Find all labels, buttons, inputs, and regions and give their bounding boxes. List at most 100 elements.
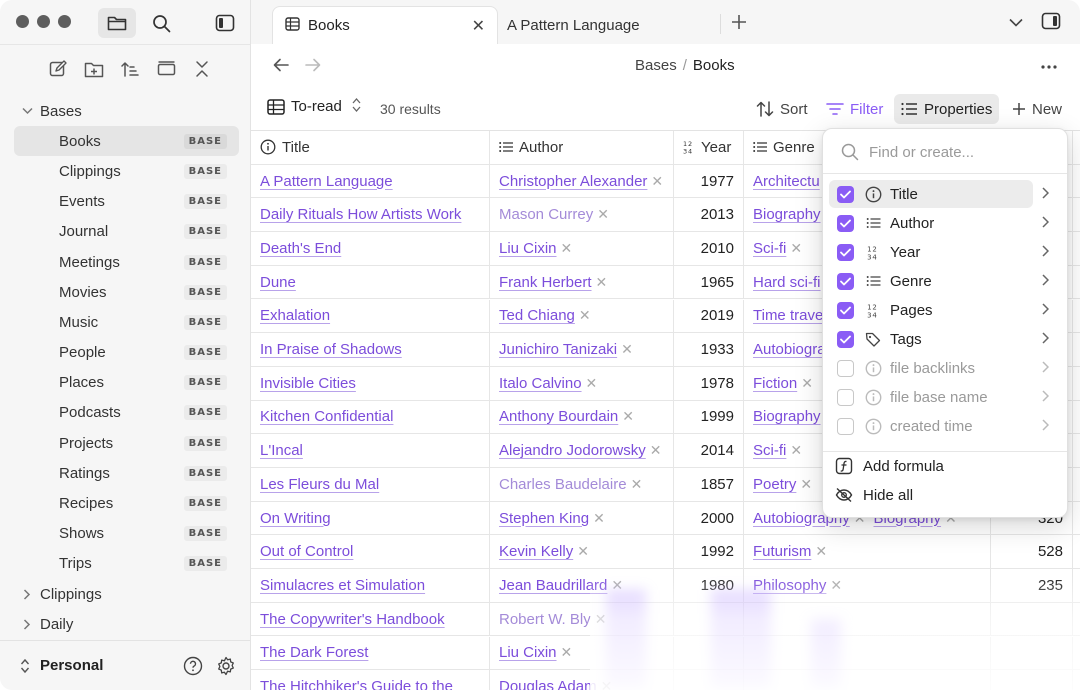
property-item-created-time[interactable]: created time <box>829 412 1050 440</box>
help-button[interactable] <box>183 656 203 680</box>
chevron-right-icon[interactable] <box>1042 302 1050 318</box>
genre-link[interactable]: Philosophy <box>753 577 826 594</box>
sort-button[interactable]: Sort <box>749 94 815 124</box>
tab-a-pattern-language[interactable]: A Pattern Language <box>507 6 719 44</box>
sidebar-item-books[interactable]: Books BASE <box>14 126 239 157</box>
remove-value-icon[interactable]: ✕ <box>561 240 573 257</box>
sidebar-item-trips[interactable]: Trips BASE <box>14 549 239 579</box>
genre-link[interactable]: Autobiogra <box>753 341 826 358</box>
chevron-right-icon[interactable] <box>1042 273 1050 289</box>
view-selector[interactable]: To-read <box>267 98 361 115</box>
breadcrumb-parent[interactable]: Bases <box>635 57 677 74</box>
remove-value-icon[interactable]: ✕ <box>790 240 802 257</box>
remove-value-icon[interactable]: ✕ <box>622 408 634 425</box>
new-note-button[interactable] <box>40 56 76 82</box>
property-checkbox[interactable] <box>837 330 854 348</box>
property-item-year[interactable]: 1 2 3 4 Year <box>829 238 1050 266</box>
remove-value-icon[interactable]: ✕ <box>593 510 605 527</box>
title-link[interactable]: The Copywriter's Handbook <box>260 611 445 628</box>
remove-value-icon[interactable]: ✕ <box>790 442 802 459</box>
chevron-right-icon[interactable] <box>1042 215 1050 231</box>
property-item-title[interactable]: Title <box>829 180 1050 208</box>
genre-link[interactable]: Hard sci-fi <box>753 274 821 291</box>
sidebar-item-ratings[interactable]: Ratings BASE <box>14 458 239 488</box>
property-item-file-backlinks[interactable]: file backlinks <box>829 354 1050 382</box>
back-button[interactable] <box>273 56 289 77</box>
genre-link[interactable]: Futurism <box>753 543 811 560</box>
title-link[interactable]: Invisible Cities <box>260 375 356 392</box>
title-link[interactable]: Kitchen Confidential <box>260 408 393 425</box>
remove-value-icon[interactable]: ✕ <box>801 375 813 392</box>
author-link[interactable]: Italo Calvino <box>499 375 582 392</box>
remove-value-icon[interactable]: ✕ <box>815 543 827 560</box>
property-item-tags[interactable]: Tags <box>829 325 1050 353</box>
title-link[interactable]: Out of Control <box>260 543 353 560</box>
close-window-button[interactable] <box>16 15 29 28</box>
more-options-button[interactable] <box>1041 53 1057 74</box>
settings-button[interactable] <box>216 656 236 680</box>
sidebar-item-clippings[interactable]: Clippings BASE <box>14 156 239 186</box>
chevron-right-icon[interactable] <box>1042 331 1050 347</box>
property-checkbox[interactable] <box>837 243 854 261</box>
author-link[interactable]: Mason Currey <box>499 206 593 223</box>
property-checkbox[interactable] <box>837 359 854 377</box>
sidebar-item-projects[interactable]: Projects BASE <box>14 428 239 458</box>
close-icon[interactable]: ✕ <box>472 16 485 36</box>
genre-link[interactable]: Poetry <box>753 476 796 493</box>
zoom-window-button[interactable] <box>58 15 71 28</box>
column-header-year[interactable]: 1234 Year <box>674 131 744 164</box>
sidebar-item-movies[interactable]: Movies BASE <box>14 277 239 307</box>
column-header-author[interactable]: Author <box>490 131 674 164</box>
remove-value-icon[interactable]: ✕ <box>595 611 607 628</box>
author-link[interactable]: Liu Cixin <box>499 240 557 257</box>
remove-value-icon[interactable]: ✕ <box>597 206 609 223</box>
property-checkbox[interactable] <box>837 185 854 203</box>
genre-link[interactable]: Fiction <box>753 375 797 392</box>
genre-link[interactable]: Time travel <box>753 307 827 324</box>
remove-value-icon[interactable]: ✕ <box>800 476 812 493</box>
author-link[interactable]: Frank Herbert <box>499 274 592 291</box>
author-link[interactable]: Charles Baudelaire <box>499 476 627 493</box>
hide-all-button[interactable]: Hide all <box>835 481 913 509</box>
tab-list-button[interactable] <box>1009 14 1023 31</box>
remove-value-icon[interactable]: ✕ <box>579 307 591 324</box>
auto-reveal-button[interactable] <box>148 56 184 82</box>
title-link[interactable]: L'Incal <box>260 442 303 459</box>
sidebar-item-places[interactable]: Places BASE <box>14 368 239 398</box>
author-link[interactable]: Robert W. Bly <box>499 611 591 628</box>
new-folder-button[interactable] <box>76 56 112 82</box>
title-link[interactable]: A Pattern Language <box>260 173 393 190</box>
sidebar-item-recipes[interactable]: Recipes BASE <box>14 488 239 518</box>
remove-value-icon[interactable]: ✕ <box>596 274 608 291</box>
remove-value-icon[interactable]: ✕ <box>561 644 573 661</box>
remove-value-icon[interactable]: ✕ <box>830 577 842 594</box>
minimize-window-button[interactable] <box>37 15 50 28</box>
add-formula-button[interactable]: Add formula <box>835 452 944 480</box>
property-item-pages[interactable]: 1 2 3 4 Pages <box>829 296 1050 324</box>
property-checkbox[interactable] <box>837 417 854 435</box>
properties-button[interactable]: Properties <box>894 94 1000 124</box>
remove-value-icon[interactable]: ✕ <box>621 341 633 358</box>
breadcrumb-current[interactable]: Books <box>693 57 735 74</box>
chevron-right-icon[interactable] <box>1042 360 1050 376</box>
toggle-sidebar-button[interactable] <box>206 8 244 38</box>
sidebar-item-journal[interactable]: Journal BASE <box>14 217 239 247</box>
title-link[interactable]: Daily Rituals How Artists Work <box>260 206 461 223</box>
genre-link[interactable]: Biography <box>753 408 821 425</box>
author-link[interactable]: Junichiro Tanizaki <box>499 341 617 358</box>
author-link[interactable]: Alejandro Jodorowsky <box>499 442 646 459</box>
folder-bases[interactable]: Bases <box>0 96 251 126</box>
chevron-right-icon[interactable] <box>1042 186 1050 202</box>
filter-button[interactable]: Filter <box>819 94 890 124</box>
title-link[interactable]: Dune <box>260 274 296 291</box>
property-checkbox[interactable] <box>837 272 854 290</box>
folder-daily[interactable]: Daily <box>0 609 251 639</box>
property-item-genre[interactable]: Genre <box>829 267 1050 295</box>
sidebar-item-people[interactable]: People BASE <box>14 338 239 368</box>
collapse-all-button[interactable] <box>184 56 220 82</box>
title-link[interactable]: The Hitchhiker's Guide to the <box>260 678 453 690</box>
forward-button[interactable] <box>305 56 321 77</box>
remove-value-icon[interactable]: ✕ <box>650 442 662 459</box>
remove-value-icon[interactable]: ✕ <box>586 375 598 392</box>
genre-link[interactable]: Architectu <box>753 173 820 190</box>
